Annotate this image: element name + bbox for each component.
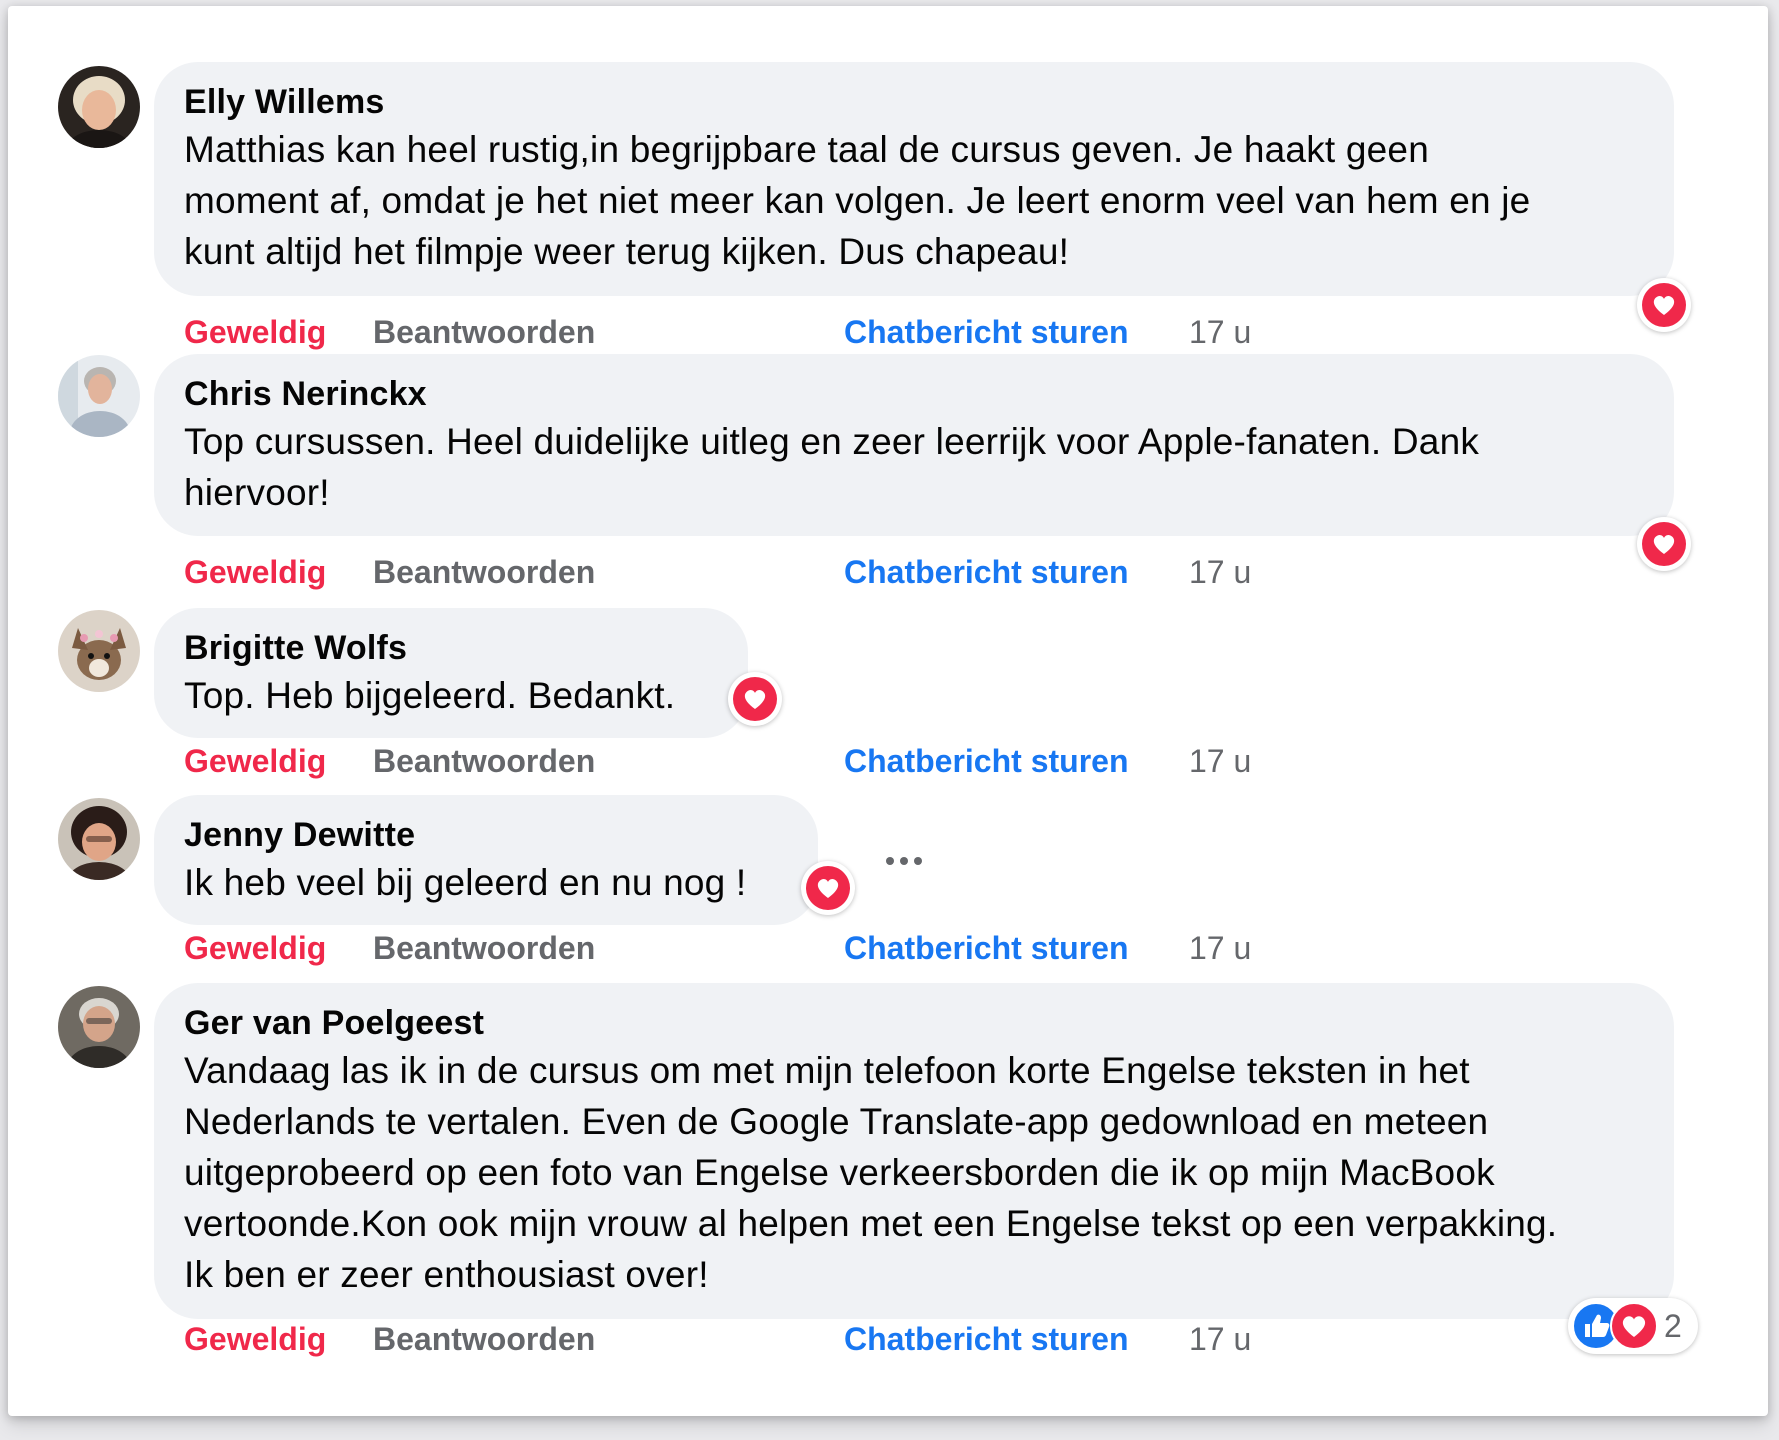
love-icon xyxy=(1610,1302,1658,1350)
comment-text: Top. Heb bijgeleerd. Bedankt. xyxy=(184,670,718,721)
send-message-button[interactable]: Chatbericht sturen xyxy=(844,1319,1128,1359)
avatar[interactable] xyxy=(58,986,140,1068)
like-reaction-button[interactable]: Geweldig xyxy=(184,928,326,968)
comment-bubble: Chris Nerinckx Top cursussen. Heel duide… xyxy=(154,354,1674,536)
timestamp[interactable]: 17 u xyxy=(1189,312,1251,352)
like-reaction-button[interactable]: Geweldig xyxy=(184,741,326,781)
comment-text-line: Nederlands te vertalen. Even de Google T… xyxy=(184,1101,1489,1142)
reply-button[interactable]: Beantwoorden xyxy=(373,552,595,592)
avatar-photo xyxy=(58,610,140,692)
love-icon xyxy=(806,866,850,910)
comment-text-line: kunt altijd het filmpje weer terug kijke… xyxy=(184,231,1070,272)
comment-bubble: Jenny Dewitte Ik heb veel bij geleerd en… xyxy=(154,795,818,925)
comment-author[interactable]: Elly Willems xyxy=(184,82,1644,122)
more-dots-icon xyxy=(886,857,922,865)
comment-text-line: Top. Heb bijgeleerd. Bedankt. xyxy=(184,675,676,716)
love-icon xyxy=(733,677,777,721)
comment-bubble: Brigitte Wolfs Top. Heb bijgeleerd. Beda… xyxy=(154,608,748,738)
reactions-summary[interactable]: 2 xyxy=(1568,1298,1698,1354)
more-options-button[interactable] xyxy=(884,848,924,868)
comment-text: Top cursussen. Heel duidelijke uitleg en… xyxy=(184,416,1644,518)
timestamp[interactable]: 17 u xyxy=(1189,1319,1251,1359)
reply-button[interactable]: Beantwoorden xyxy=(373,928,595,968)
avatar-photo xyxy=(58,986,140,1068)
reaction-count: 2 xyxy=(1664,1308,1682,1344)
comment-text-line: vertoonde.Kon ook mijn vrouw al helpen m… xyxy=(184,1203,1558,1244)
avatar-photo xyxy=(58,798,140,880)
comment-text-line: Ik heb veel bij geleerd en nu nog ! xyxy=(184,862,747,903)
reaction-badge[interactable] xyxy=(1637,278,1691,332)
send-message-button[interactable]: Chatbericht sturen xyxy=(844,552,1128,592)
reply-button[interactable]: Beantwoorden xyxy=(373,312,595,352)
comment-text-line: Top cursussen. Heel duidelijke uitleg en… xyxy=(184,421,1480,462)
comment-author[interactable]: Brigitte Wolfs xyxy=(184,628,718,668)
reply-button[interactable]: Beantwoorden xyxy=(373,1319,595,1359)
comment-text: Ik heb veel bij geleerd en nu nog ! xyxy=(184,857,788,908)
love-icon xyxy=(1642,522,1686,566)
comment-text-line: Ik ben er zeer enthousiast over! xyxy=(184,1254,709,1295)
like-reaction-button[interactable]: Geweldig xyxy=(184,312,326,352)
comment-text: Matthias kan heel rustig,in begrijpbare … xyxy=(184,124,1644,277)
comment-author[interactable]: Ger van Poelgeest xyxy=(184,1003,1644,1043)
comment-text-line: uitgeprobeerd op een foto van Engelse ve… xyxy=(184,1152,1495,1193)
avatar[interactable] xyxy=(58,798,140,880)
reply-button[interactable]: Beantwoorden xyxy=(373,741,595,781)
avatar[interactable] xyxy=(58,610,140,692)
avatar-photo xyxy=(58,355,140,437)
avatar[interactable] xyxy=(58,355,140,437)
comments-card: Elly Willems Matthias kan heel rustig,in… xyxy=(8,6,1768,1416)
comment-author[interactable]: Chris Nerinckx xyxy=(184,374,1644,414)
comment-text: Vandaag las ik in de cursus om met mijn … xyxy=(184,1045,1644,1300)
timestamp[interactable]: 17 u xyxy=(1189,741,1251,781)
timestamp[interactable]: 17 u xyxy=(1189,552,1251,592)
like-reaction-button[interactable]: Geweldig xyxy=(184,1319,326,1359)
comment-text-line: Matthias kan heel rustig,in begrijpbare … xyxy=(184,129,1429,170)
reaction-badge[interactable] xyxy=(728,672,782,726)
avatar[interactable] xyxy=(58,66,140,148)
like-reaction-button[interactable]: Geweldig xyxy=(184,552,326,592)
reaction-badge[interactable] xyxy=(801,861,855,915)
comment-bubble: Ger van Poelgeest Vandaag las ik in de c… xyxy=(154,983,1674,1319)
comment-text-line: moment af, omdat je het niet meer kan vo… xyxy=(184,180,1531,221)
avatar-photo xyxy=(58,66,140,148)
send-message-button[interactable]: Chatbericht sturen xyxy=(844,928,1128,968)
timestamp[interactable]: 17 u xyxy=(1189,928,1251,968)
reaction-badge[interactable] xyxy=(1637,517,1691,571)
comment-text-line: hiervoor! xyxy=(184,472,330,513)
send-message-button[interactable]: Chatbericht sturen xyxy=(844,312,1128,352)
love-icon xyxy=(1642,283,1686,327)
comment-author[interactable]: Jenny Dewitte xyxy=(184,815,788,855)
comment-text-line: Vandaag las ik in de cursus om met mijn … xyxy=(184,1050,1470,1091)
send-message-button[interactable]: Chatbericht sturen xyxy=(844,741,1128,781)
comment-bubble: Elly Willems Matthias kan heel rustig,in… xyxy=(154,62,1674,296)
